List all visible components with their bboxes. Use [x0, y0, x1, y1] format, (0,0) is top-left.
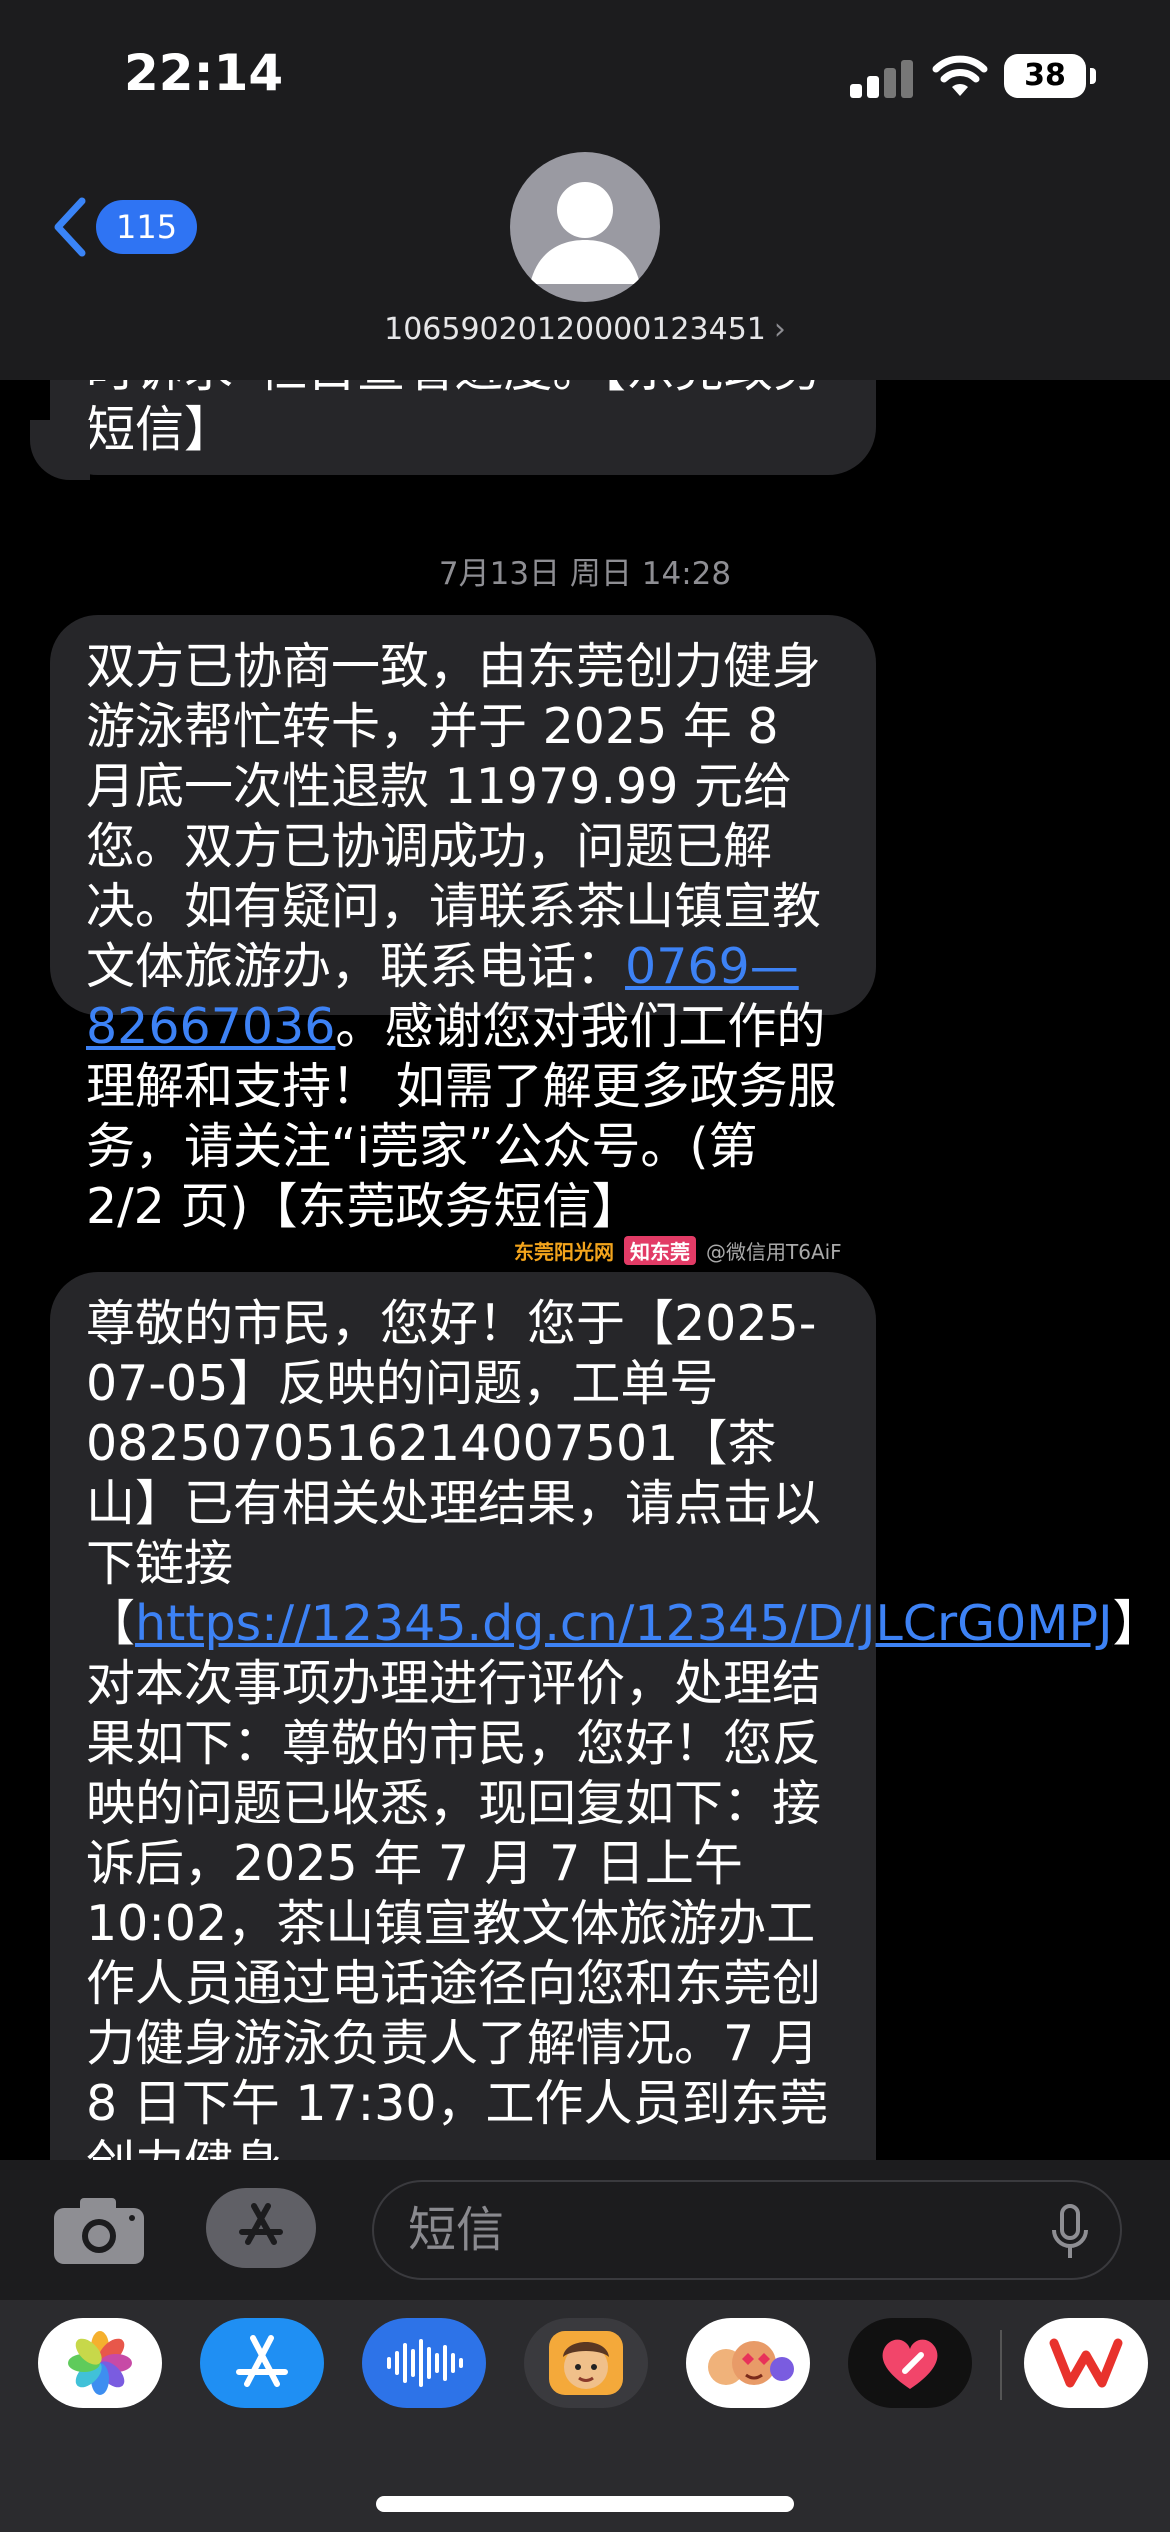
url-link[interactable]: https://12345.dg.cn/12345/D/JLCrG0MPJ: [135, 1595, 1113, 1652]
conversation-header: 22:14 38 115 10659020120000123451 ›: [0, 0, 1170, 380]
memoji-icon: [549, 2331, 623, 2395]
chevron-left-icon: [54, 197, 86, 257]
person-icon: [530, 182, 640, 284]
wifi-icon: [932, 55, 988, 96]
message-text: 】 对本次事项办理进行评价，处理结果如下：尊敬的市民，您好！您反映的问题已收悉，…: [86, 1595, 1162, 2160]
cellular-signal-icon: [850, 58, 914, 98]
compose-bar: [0, 2160, 1170, 2300]
watermark-handle: @微信用T6AiF: [706, 1240, 842, 1264]
app-drawer: [0, 2300, 1170, 2532]
app-store-app[interactable]: [200, 2318, 324, 2408]
back-button[interactable]: 115: [50, 195, 198, 259]
app-store-button[interactable]: [206, 2188, 316, 2268]
battery-cap: [1090, 68, 1096, 84]
bubble-tail: [30, 420, 90, 480]
camera-icon[interactable]: [52, 2196, 146, 2266]
app-store-icon: [239, 2203, 283, 2245]
memoji-stickers-app[interactable]: [686, 2318, 810, 2408]
contact-number[interactable]: 10659020120000123451 ›: [0, 312, 1170, 347]
wps-app[interactable]: [1024, 2318, 1148, 2408]
wps-icon: [1049, 2338, 1123, 2388]
message-list[interactable]: 时诉求”栏目查看进度。【东莞政务短信】 7月13日 周日 14:28 双方已协商…: [0, 380, 1170, 2160]
contact-avatar[interactable]: [510, 152, 660, 302]
contact-number-text: 10659020120000123451: [384, 312, 766, 347]
photos-app[interactable]: [38, 2318, 162, 2408]
unread-count-badge: 115: [96, 200, 198, 254]
watermark-site2: 知东莞: [624, 1236, 696, 1265]
memoji-stickers-icon: [708, 2341, 794, 2385]
digital-touch-app[interactable]: [848, 2318, 972, 2408]
app-store-app-icon: [236, 2335, 288, 2387]
home-indicator: [376, 2496, 794, 2512]
watermark-site1: 东莞阳光网: [514, 1240, 614, 1264]
microphone-icon[interactable]: [1050, 2204, 1090, 2262]
status-time: 22:14: [124, 44, 284, 102]
battery-indicator: 38: [1004, 54, 1086, 98]
waveform-icon: [387, 2339, 463, 2387]
photos-icon: [68, 2331, 132, 2395]
message-bubble[interactable]: 双方已协商一致，由东莞创力健身游泳帮忙转卡，并于 2025 年 8 月底一次性退…: [50, 615, 876, 1235]
chevron-right-icon: ›: [773, 312, 786, 347]
heart-icon: [882, 2339, 938, 2389]
message-field[interactable]: [372, 2180, 1122, 2280]
message-bubble-partial[interactable]: 时诉求”栏目查看进度。【东莞政务短信】: [50, 380, 876, 475]
message-timestamp: 7月13日 周日 14:28: [438, 556, 732, 592]
watermark: 东莞阳光网 知东莞 @微信用T6AiF: [514, 1236, 842, 1265]
memoji-app[interactable]: [524, 2318, 648, 2408]
drawer-divider: [1000, 2330, 1002, 2400]
message-bubble[interactable]: 尊敬的市民，您好！您于【2025-07-05】反映的问题，工单号 0825070…: [50, 1272, 1162, 2160]
audio-app[interactable]: [362, 2318, 486, 2408]
message-input[interactable]: [408, 2198, 1008, 2262]
message-text: 时诉求”栏目查看进度。【东莞政务短信】: [86, 380, 822, 458]
